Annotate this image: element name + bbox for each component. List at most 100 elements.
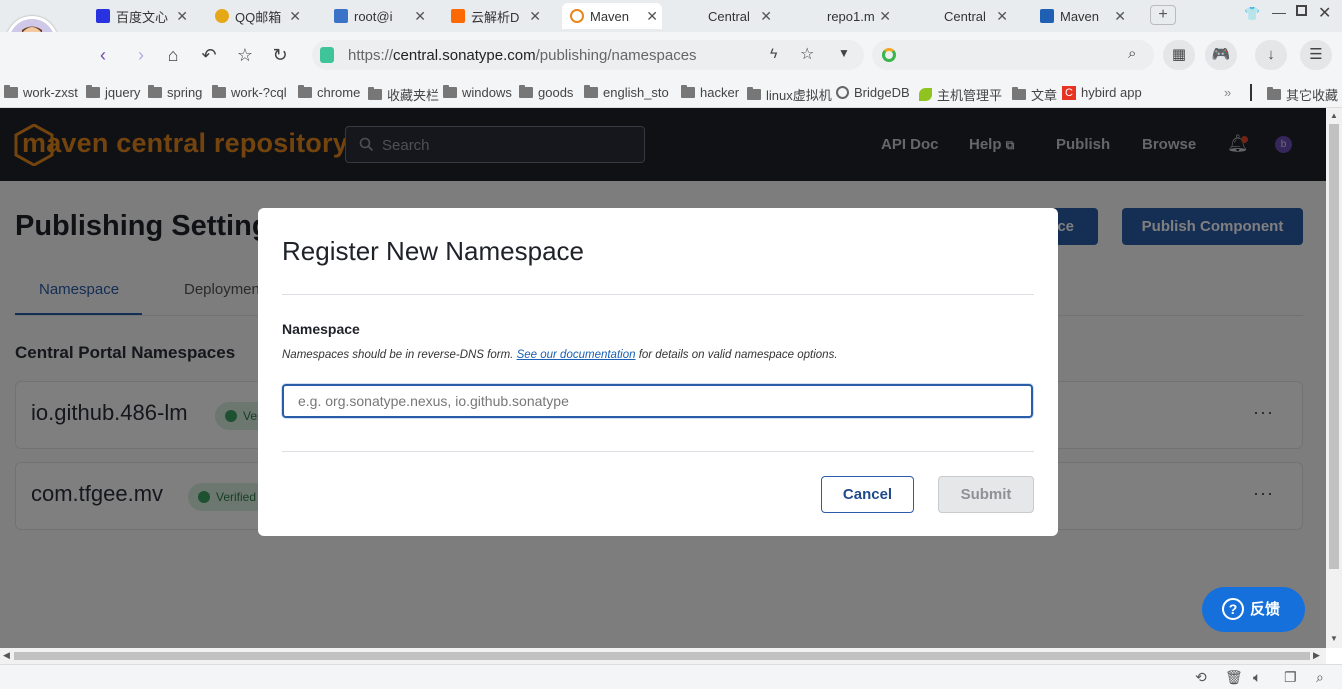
feedback-label: 反馈 <box>1250 601 1281 618</box>
scroll-down-icon[interactable]: ▼ <box>1330 634 1338 643</box>
scroll-left-icon[interactable]: ◀ <box>3 650 10 661</box>
scroll-right-icon[interactable]: ▶ <box>1313 650 1320 661</box>
search-icon[interactable]: ⌕ <box>1128 45 1136 62</box>
close-icon[interactable]: ✕ <box>1114 8 1126 25</box>
folder-icon <box>298 85 312 98</box>
close-icon[interactable]: ✕ <box>414 8 426 25</box>
bookmark-folder[interactable]: goods <box>519 85 573 100</box>
vertical-scrollbar[interactable]: ▲ ▼ <box>1326 108 1342 648</box>
browser-tab[interactable]: 百度文心 ✕ <box>96 3 192 29</box>
tab-label: QQ邮箱 <box>235 9 282 25</box>
tab-label: repo1.m <box>827 8 875 24</box>
folder-icon <box>368 87 382 100</box>
leaf-icon <box>919 88 932 101</box>
bookmark-folder[interactable]: windows <box>443 85 512 100</box>
menu-icon[interactable]: ☰ <box>1300 40 1332 70</box>
bookmark-label: work-?cql <box>231 85 287 100</box>
close-icon[interactable]: ✕ <box>529 8 541 25</box>
help-prefix: Namespaces should be in reverse-DNS form… <box>282 349 517 361</box>
bookmark-folder[interactable]: linux虚拟机 <box>747 85 832 104</box>
browser-tab-active[interactable]: Maven ✕ <box>562 3 662 29</box>
bookmark-folder[interactable]: work-?cql <box>212 85 287 100</box>
apps-grid-icon[interactable]: ▦ <box>1163 40 1195 70</box>
maximize-icon[interactable] <box>1296 5 1307 16</box>
reload-icon[interactable]: ↻ <box>269 44 291 66</box>
bookmark-label: spring <box>167 85 203 100</box>
undo-icon[interactable]: ↶ <box>198 44 220 66</box>
scroll-up-icon[interactable]: ▲ <box>1330 111 1338 120</box>
bookmark-label: goods <box>538 85 574 100</box>
folder-icon <box>747 87 761 100</box>
browser-tab[interactable]: 云解析D ✕ <box>451 3 545 29</box>
bookmark-folder[interactable]: jquery <box>86 85 140 100</box>
feedback-button[interactable]: ? 反馈 <box>1202 587 1305 632</box>
forward-icon[interactable]: › <box>130 44 152 66</box>
trash-icon[interactable]: 🗑︎ <box>1225 669 1243 686</box>
home-icon[interactable]: ⌂ <box>162 44 184 66</box>
scrollbar-thumb[interactable] <box>14 652 1310 660</box>
bookmark-folder[interactable]: hacker <box>681 85 739 100</box>
new-tab-button[interactable]: + <box>1150 5 1176 25</box>
close-icon[interactable]: ✕ <box>646 8 658 25</box>
search-engine-box[interactable]: ⌕ <box>872 40 1154 70</box>
browser-tab[interactable]: repo1.m ✕ <box>803 3 895 29</box>
folder-icon <box>1267 87 1281 100</box>
bookmark-link[interactable]: Chybird app <box>1062 85 1142 100</box>
bookmark-folder[interactable]: spring <box>148 85 202 100</box>
other-bookmarks[interactable]: 其它收藏 <box>1267 85 1338 104</box>
speed-icon[interactable]: ⟲ <box>1195 669 1207 686</box>
close-icon[interactable]: ✕ <box>760 8 772 25</box>
maven-icon <box>570 9 584 23</box>
lightning-icon[interactable]: ϟ <box>770 45 777 61</box>
namespace-input[interactable] <box>282 384 1033 418</box>
bookmark-label: windows <box>462 85 512 100</box>
bookmark-folder[interactable]: chrome <box>298 85 360 100</box>
folder-icon <box>4 85 18 98</box>
browser-tab-bar: 百度文心 ✕ QQ邮箱 ✕ root@i ✕ 云解析D ✕ Maven ✕ Ce… <box>0 0 1342 32</box>
submit-button[interactable]: Submit <box>938 476 1034 513</box>
maven-m-icon <box>1040 9 1054 23</box>
zoom-icon[interactable]: ⌕ <box>1316 669 1324 686</box>
globe-icon <box>836 86 849 99</box>
help-circle-icon: ? <box>1222 598 1244 620</box>
volume-icon[interactable]: 🔈︎ <box>1253 669 1261 686</box>
browser-tab[interactable]: Maven ✕ <box>1040 3 1130 29</box>
window-icon[interactable]: ❐ <box>1284 669 1297 686</box>
documentation-link[interactable]: See our documentation <box>517 349 636 361</box>
close-icon[interactable]: ✕ <box>176 8 188 25</box>
close-icon[interactable]: ✕ <box>879 8 891 25</box>
close-icon[interactable]: ✕ <box>996 8 1008 25</box>
scrollbar-thumb[interactable] <box>1329 124 1339 569</box>
close-icon[interactable]: ✕ <box>289 8 301 25</box>
browser-tab[interactable]: root@i ✕ <box>334 3 430 29</box>
bookmark-folder[interactable]: work-zxst <box>4 85 78 100</box>
address-bar[interactable]: https://central.sonatype.com/publishing/… <box>312 40 864 70</box>
folder-icon <box>1012 87 1026 100</box>
bookmark-star-icon[interactable]: ☆ <box>800 44 814 64</box>
modal-title: Register New Namespace <box>282 236 585 266</box>
tab-label: root@i <box>354 8 393 24</box>
bookmark-folder[interactable]: 文章 <box>1012 85 1057 104</box>
bookmark-folder[interactable]: english_sto <box>584 85 669 100</box>
browser-tab[interactable]: Central ✕ <box>920 3 1012 29</box>
game-icon[interactable]: 🎮 <box>1205 40 1237 70</box>
tab-label: Central <box>708 8 750 24</box>
dropdown-icon[interactable]: ▼ <box>838 46 850 60</box>
star-icon[interactable]: ☆ <box>234 44 256 66</box>
bookmark-link[interactable]: 主机管理平 <box>919 85 1002 104</box>
browser-tab[interactable]: QQ邮箱 ✕ <box>215 3 305 29</box>
skin-icon[interactable]: 👕 <box>1244 6 1260 22</box>
close-window-icon[interactable]: ✕ <box>1318 3 1331 23</box>
bookmark-link[interactable]: BridgeDB <box>836 85 910 100</box>
download-icon[interactable]: ↓ <box>1255 40 1287 70</box>
cancel-button[interactable]: Cancel <box>821 476 914 513</box>
aliyun-icon <box>451 9 465 23</box>
horizontal-scrollbar[interactable]: ◀ ▶ <box>0 648 1326 664</box>
bookmark-folder[interactable]: 收藏夹栏 <box>368 85 439 104</box>
bookmark-label: 文章 <box>1031 88 1058 103</box>
bookmark-label: 其它收藏 <box>1286 88 1339 103</box>
back-icon[interactable]: ‹ <box>92 44 114 66</box>
browser-tab[interactable]: Central ✕ <box>684 3 776 29</box>
bookmarks-overflow[interactable]: » <box>1224 85 1231 100</box>
minimize-icon[interactable]: — <box>1272 4 1286 20</box>
